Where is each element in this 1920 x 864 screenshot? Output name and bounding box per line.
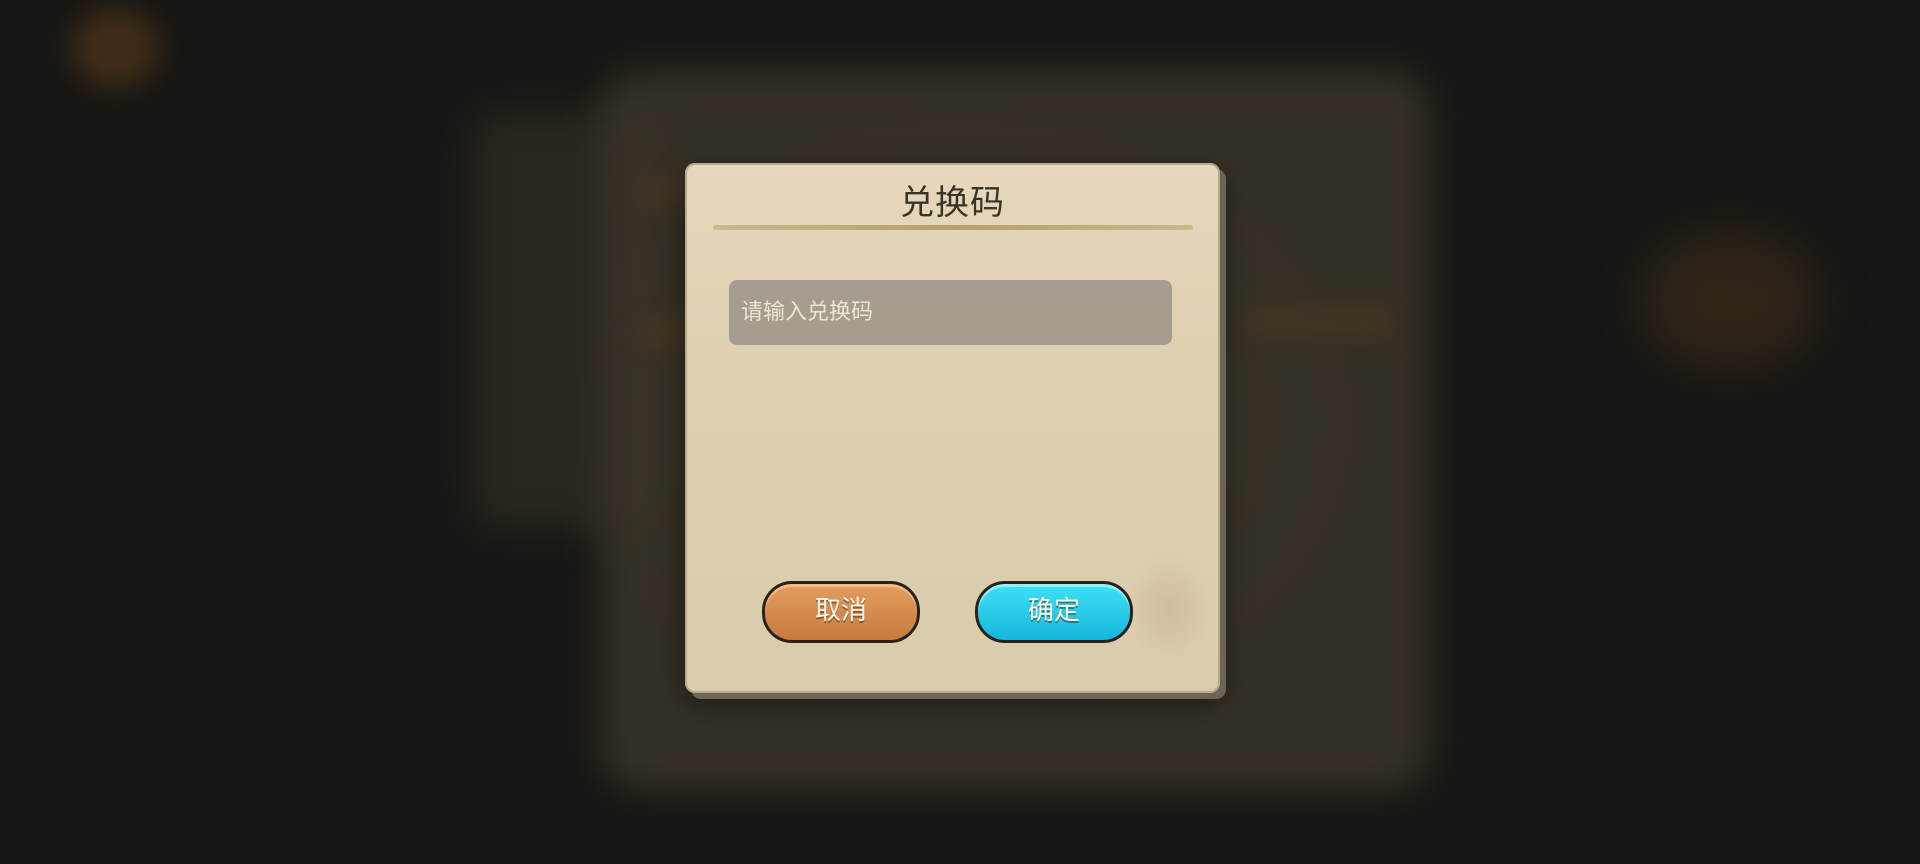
title-divider: [713, 225, 1193, 230]
dialog-title: 兑换码: [900, 183, 1005, 223]
redeem-code-input[interactable]: [729, 280, 1172, 345]
cancel-button[interactable]: 取消: [762, 581, 920, 643]
paper-texture: [1124, 553, 1214, 663]
background-orb: [70, 8, 160, 88]
confirm-button[interactable]: 确定: [975, 581, 1133, 643]
background-stripe: [1250, 310, 1390, 334]
background-shape: [1640, 230, 1820, 370]
redeem-code-dialog: 兑换码 取消 确定: [685, 163, 1220, 693]
